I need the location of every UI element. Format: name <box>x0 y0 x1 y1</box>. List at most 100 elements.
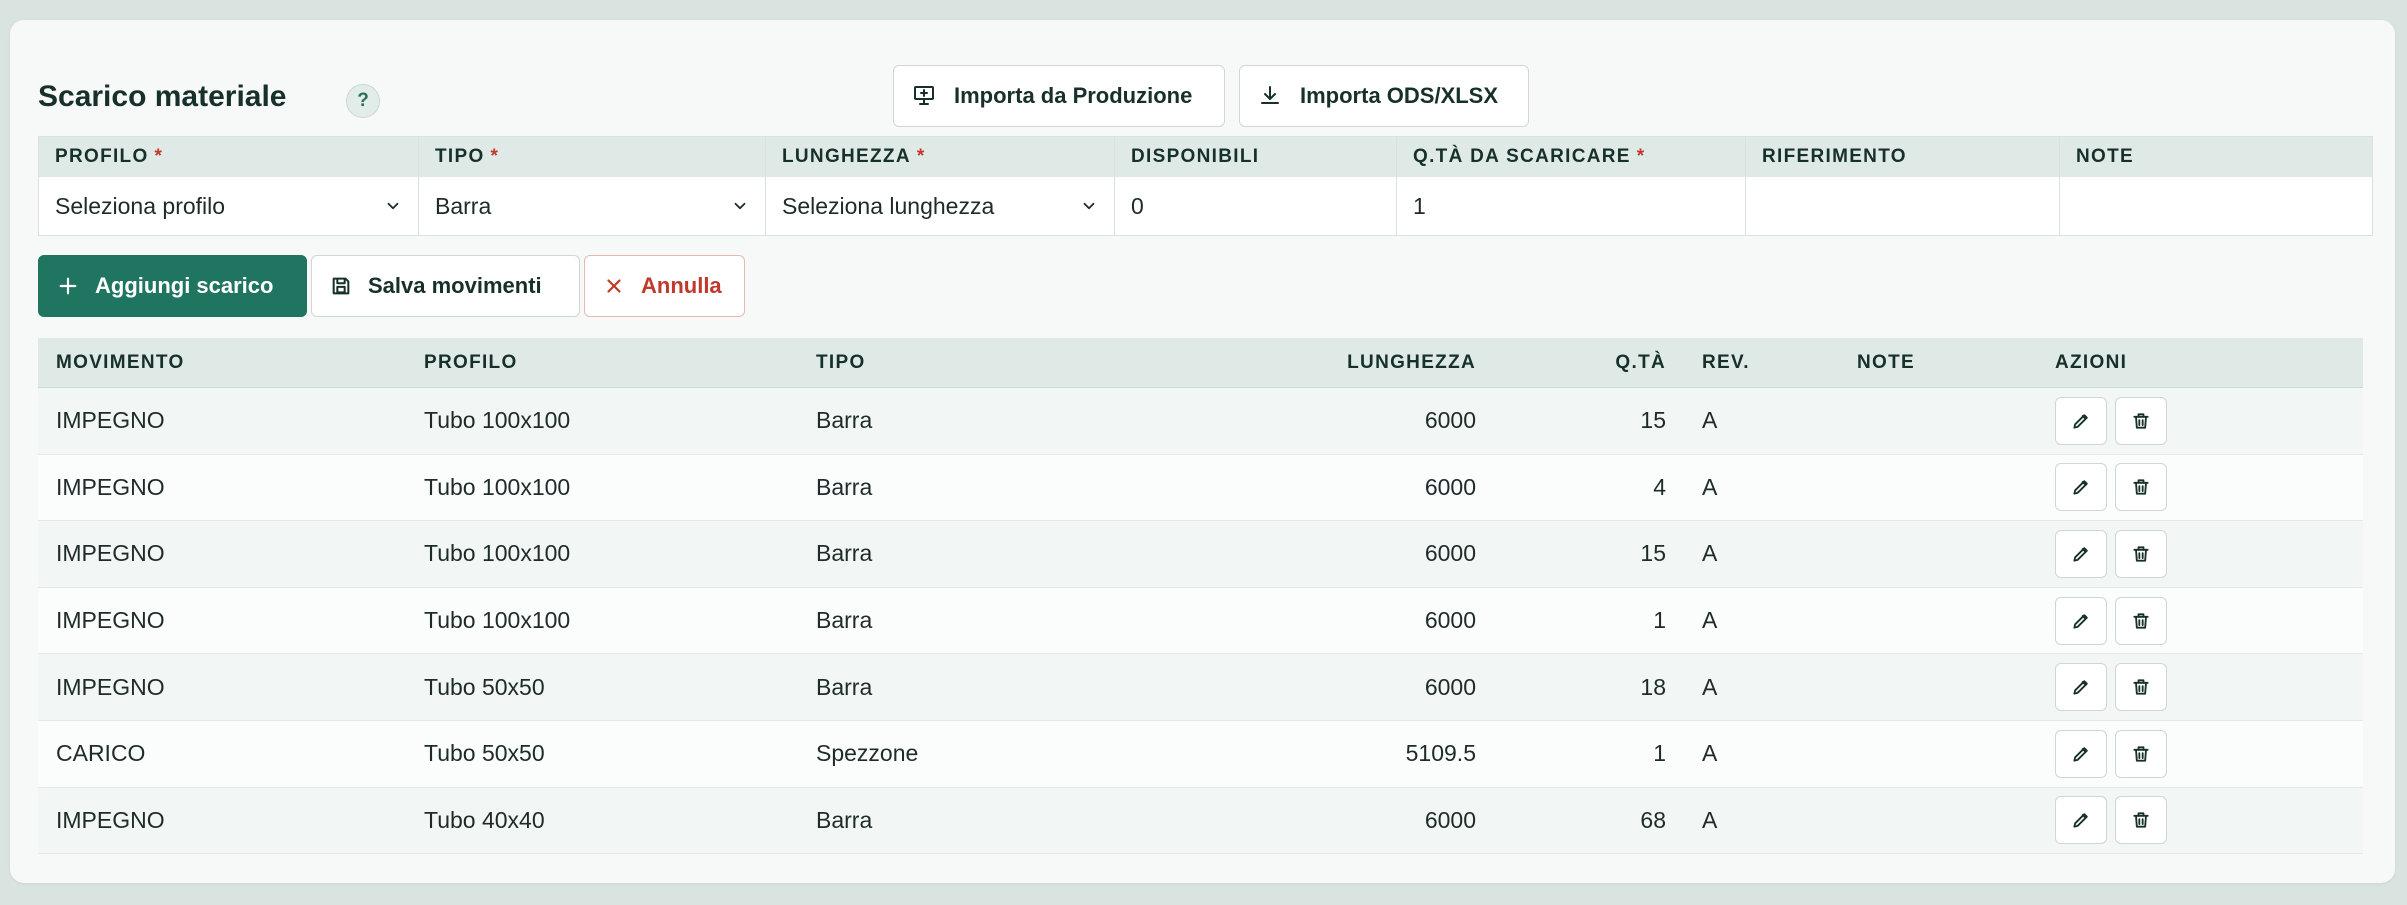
delete-row-button[interactable] <box>2115 796 2167 845</box>
cell-movimento: IMPEGNO <box>56 407 165 434</box>
table-row: IMPEGNO Tubo 50x50 Barra 6000 18 A <box>38 654 2363 721</box>
trash-icon <box>2133 812 2149 828</box>
add-scarico-button[interactable]: Aggiungi scarico <box>38 255 307 317</box>
cell-actions <box>2001 663 2261 712</box>
pencil-icon <box>2073 813 2088 828</box>
col-header[interactable]: NOTE <box>1803 352 2001 374</box>
cell-lunghezza: 6000 <box>1424 540 1476 567</box>
col-header[interactable]: LUNGHEZZA <box>1048 352 1476 374</box>
help-icon[interactable]: ? <box>346 84 380 118</box>
riferimento-input[interactable] <box>1746 177 2059 235</box>
import-file-button[interactable]: Importa ODS/XLSX <box>1239 65 1529 127</box>
plus-icon <box>59 277 77 295</box>
delete-row-button[interactable] <box>2115 663 2167 712</box>
table-row: IMPEGNO Tubo 100x100 Barra 6000 1 A <box>38 587 2363 655</box>
required-marker: * <box>916 146 926 167</box>
cancel-button[interactable]: Annulla <box>584 255 745 317</box>
edit-row-button[interactable] <box>2055 529 2107 578</box>
pencil-icon <box>2073 680 2088 695</box>
cell-qta: 4 <box>1653 473 1666 500</box>
delete-row-button[interactable] <box>2115 596 2167 645</box>
tipo-select[interactable]: Barra <box>419 177 765 235</box>
chevron-down-icon <box>734 202 746 210</box>
cell-tipo: Barra <box>816 607 873 634</box>
field-label: Q.TÀ DA SCARICARE <box>1413 146 1631 167</box>
required-marker: * <box>490 146 500 167</box>
cell-qta: 1 <box>1653 740 1666 767</box>
field-label: RIFERIMENTO <box>1762 146 1907 167</box>
cell-movimento: IMPEGNO <box>56 607 165 634</box>
cell-qta: 15 <box>1640 540 1666 567</box>
field-label: NOTE <box>2076 146 2134 167</box>
col-header[interactable]: TIPO <box>798 352 1048 374</box>
disponibili-value: 0 <box>1131 192 1144 219</box>
pencil-icon <box>2073 547 2088 562</box>
edit-row-button[interactable] <box>2055 596 2107 645</box>
save-movements-button[interactable]: Salva movimenti <box>311 255 580 317</box>
cell-lunghezza: 5109.5 <box>1405 740 1476 767</box>
delete-row-button[interactable] <box>2115 396 2167 445</box>
cell-tipo: Spezzone <box>816 740 919 767</box>
edit-row-button[interactable] <box>2055 396 2107 445</box>
cell-tipo: Barra <box>816 407 873 434</box>
delete-row-button[interactable] <box>2115 729 2167 778</box>
presentation-import-icon <box>914 86 934 105</box>
cell-qta: 68 <box>1640 806 1666 833</box>
edit-row-button[interactable] <box>2055 796 2107 845</box>
col-header[interactable]: PROFILO <box>406 352 798 374</box>
cell-qta: 1 <box>1653 607 1666 634</box>
cell-tipo: Barra <box>816 540 873 567</box>
pencil-icon <box>2073 414 2088 429</box>
cell-rev: A <box>1702 473 1718 500</box>
cell-lunghezza: 6000 <box>1424 607 1476 634</box>
col-header[interactable]: Q.TÀ <box>1476 352 1666 374</box>
main-card: Scarico materiale ? Importa da Produzion… <box>10 20 2395 883</box>
cell-rev: A <box>1702 540 1718 567</box>
edit-row-button[interactable] <box>2055 729 2107 778</box>
delete-row-button[interactable] <box>2115 463 2167 512</box>
required-marker: * <box>1636 146 1646 167</box>
lunghezza-select[interactable]: Seleziona lunghezza <box>766 177 1114 235</box>
cell-movimento: IMPEGNO <box>56 540 165 567</box>
download-icon <box>1261 86 1279 104</box>
cell-profilo: Tubo 100x100 <box>424 407 571 434</box>
cell-rev: A <box>1702 673 1718 700</box>
cell-rev: A <box>1702 607 1718 634</box>
profilo-select[interactable]: Seleziona profilo <box>39 177 418 235</box>
page-header: Scarico materiale ? Importa da Produzion… <box>38 42 2373 142</box>
field-disponibili: DISPONIBILI 0 <box>1115 137 1397 235</box>
cell-actions <box>2001 463 2261 512</box>
trash-icon <box>2133 746 2149 762</box>
col-header: AZIONI <box>2055 351 2128 373</box>
edit-row-button[interactable] <box>2055 463 2107 512</box>
import-production-button[interactable]: Importa da Produzione <box>893 65 1225 127</box>
field-qta-scaricare: Q.TÀ DA SCARICARE * 1 <box>1397 137 1746 235</box>
field-profilo: PROFILO * Seleziona profilo <box>39 137 419 235</box>
field-label: TIPO <box>435 146 485 167</box>
note-input[interactable] <box>2060 177 2372 235</box>
trash-icon <box>2133 679 2149 695</box>
table-row: IMPEGNO Tubo 100x100 Barra 6000 15 A <box>38 388 2363 455</box>
cell-lunghezza: 6000 <box>1424 806 1476 833</box>
cell-actions <box>2001 796 2261 845</box>
pencil-icon <box>2073 747 2088 762</box>
cell-profilo: Tubo 100x100 <box>424 473 571 500</box>
cell-qta: 15 <box>1640 407 1666 434</box>
delete-row-button[interactable] <box>2115 529 2167 578</box>
cell-movimento: IMPEGNO <box>56 806 165 833</box>
table-row: IMPEGNO Tubo 40x40 Barra 6000 68 A <box>38 787 2363 855</box>
cell-profilo: Tubo 40x40 <box>424 806 545 833</box>
pencil-icon <box>2073 480 2088 495</box>
cell-profilo: Tubo 100x100 <box>424 607 571 634</box>
cell-actions <box>2001 396 2261 445</box>
qta-scaricare-input[interactable]: 1 <box>1397 177 1745 235</box>
col-header[interactable]: MOVIMENTO <box>38 352 406 374</box>
cell-rev: A <box>1702 407 1718 434</box>
field-label: PROFILO <box>55 146 149 167</box>
cell-profilo: Tubo 50x50 <box>424 740 545 767</box>
col-header[interactable]: REV. <box>1666 352 1803 374</box>
import-production-label: Importa da Produzione <box>954 83 1193 108</box>
trash-icon <box>2133 546 2149 562</box>
cell-rev: A <box>1702 806 1718 833</box>
edit-row-button[interactable] <box>2055 663 2107 712</box>
